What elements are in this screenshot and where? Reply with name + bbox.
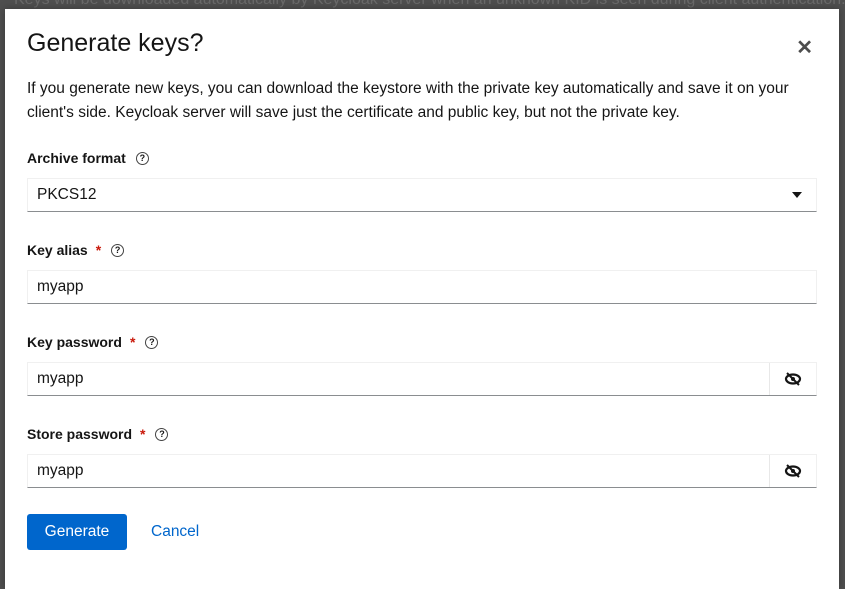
label-text: Key password bbox=[27, 334, 122, 350]
help-icon[interactable]: ? bbox=[111, 243, 125, 257]
label-text: Store password bbox=[27, 426, 133, 442]
generate-keys-modal: Generate keys? ✕ If you generate new key… bbox=[5, 9, 839, 589]
modal-description: If you generate new keys, you can downlo… bbox=[27, 80, 789, 121]
required-marker: * bbox=[95, 242, 102, 258]
required-marker: * bbox=[140, 426, 146, 442]
archive-format-label: Archive format ? bbox=[27, 150, 149, 166]
archive-format-select[interactable]: PKCS12 bbox=[27, 178, 817, 212]
key-alias-input[interactable]: myapp bbox=[27, 270, 817, 304]
eye-slash-icon[interactable] bbox=[769, 363, 816, 395]
archive-format-value: PKCS12 bbox=[37, 186, 97, 203]
caret-down-icon bbox=[792, 192, 802, 198]
key-password-label: Key password * ? bbox=[27, 334, 159, 350]
label-text: Key alias bbox=[27, 242, 88, 258]
key-password-input[interactable]: myapp bbox=[27, 362, 817, 396]
key-alias-label: Key alias * ? bbox=[27, 242, 125, 258]
store-password-label: Store password * ? bbox=[27, 426, 169, 442]
modal-title: Generate keys? bbox=[27, 29, 204, 57]
key-alias-value: myapp bbox=[37, 278, 84, 295]
generate-button[interactable]: Generate bbox=[27, 514, 127, 550]
store-password-input[interactable]: myapp bbox=[27, 454, 817, 488]
close-icon[interactable]: ✕ bbox=[796, 35, 813, 60]
key-password-value: myapp bbox=[37, 370, 84, 387]
help-icon[interactable]: ? bbox=[135, 151, 149, 165]
cancel-button[interactable]: Cancel bbox=[139, 514, 211, 550]
background-text: Keys will be downloaded automatically by… bbox=[14, 0, 845, 9]
eye-slash-icon[interactable] bbox=[769, 455, 816, 487]
required-marker: * bbox=[129, 334, 136, 350]
help-icon[interactable]: ? bbox=[155, 427, 169, 441]
label-text: Archive format bbox=[27, 150, 126, 166]
help-icon[interactable]: ? bbox=[145, 335, 159, 349]
store-password-value: myapp bbox=[37, 462, 84, 479]
